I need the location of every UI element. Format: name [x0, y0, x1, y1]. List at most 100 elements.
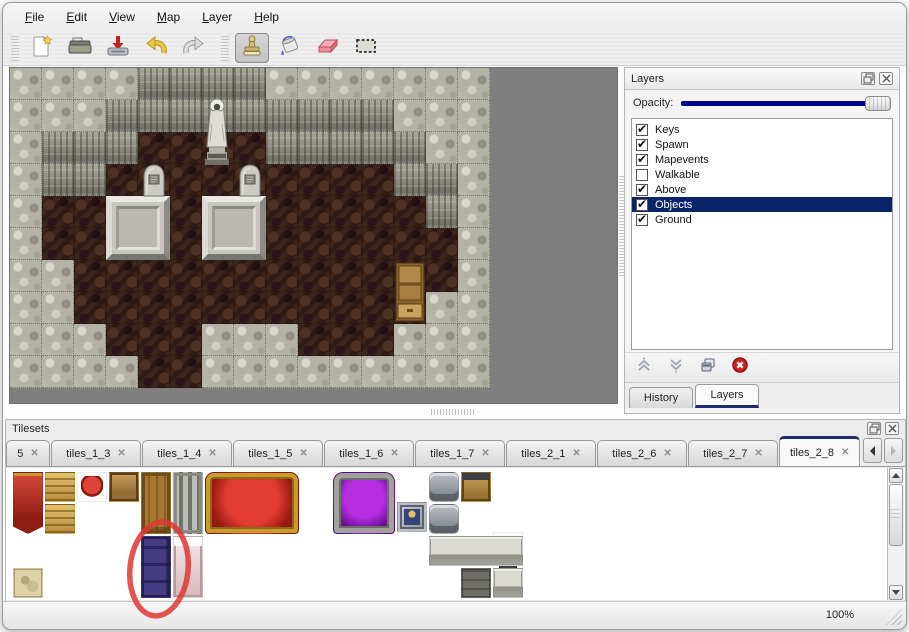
floor-tile[interactable]	[170, 164, 202, 196]
close-tab-icon[interactable]: ✕	[481, 448, 489, 459]
floor-tile[interactable]	[42, 228, 74, 260]
floor-tile[interactable]	[42, 196, 74, 228]
map-view[interactable]	[9, 67, 618, 404]
eraser-tool-button[interactable]	[311, 33, 345, 63]
floor-tile[interactable]	[266, 260, 298, 292]
floor-tile[interactable]	[74, 228, 106, 260]
close-tab-icon[interactable]: ✕	[841, 447, 849, 458]
rock-tile[interactable]	[458, 324, 490, 356]
tileset-tile-purple-throne[interactable]	[333, 472, 395, 534]
tileset-tile-loom[interactable]	[45, 472, 75, 502]
tileset-tile-purple-door[interactable]	[141, 536, 171, 598]
rock-tile[interactable]	[74, 324, 106, 356]
tileset-tab-tiles_1_7[interactable]: tiles_1_7✕	[415, 440, 505, 466]
menu-view[interactable]: View	[99, 7, 145, 27]
delete-layer-button[interactable]	[729, 357, 751, 379]
tileset-tab-tiles_2_1[interactable]: tiles_2_1✕	[506, 440, 596, 466]
floor-tile[interactable]	[362, 164, 394, 196]
layer-row-keys[interactable]: Keys	[632, 122, 892, 137]
rock-tile[interactable]	[362, 68, 394, 100]
rock-tile[interactable]	[266, 356, 298, 388]
rock-tile[interactable]	[426, 292, 458, 324]
tileset-tile-gray-sofa-2[interactable]	[429, 504, 459, 534]
rock-tile[interactable]	[298, 356, 330, 388]
floor-tile[interactable]	[330, 196, 362, 228]
rock-tile[interactable]	[330, 132, 362, 164]
dock-tab-layers[interactable]: Layers	[695, 384, 759, 408]
rock-tile[interactable]	[138, 100, 170, 132]
floor-tile[interactable]	[106, 164, 138, 196]
rock-tile[interactable]	[266, 100, 298, 132]
rock-tile[interactable]	[362, 132, 394, 164]
rock-tile[interactable]	[266, 132, 298, 164]
tileset-tile-wall-front[interactable]	[461, 568, 491, 598]
close-panel-icon[interactable]	[879, 72, 893, 85]
layer-row-objects[interactable]: Objects	[632, 197, 892, 212]
rock-tile[interactable]	[10, 260, 42, 292]
floor-tile[interactable]	[266, 292, 298, 324]
floor-tile[interactable]	[298, 196, 330, 228]
rock-tile[interactable]	[10, 164, 42, 196]
rock-tile[interactable]	[362, 356, 394, 388]
tileset-tile-loom-2[interactable]	[45, 504, 75, 534]
floor-tile[interactable]	[330, 228, 362, 260]
floor-tile[interactable]	[170, 196, 202, 228]
tileset-tile-red-throne[interactable]	[205, 472, 299, 534]
floor-tile[interactable]	[138, 132, 170, 164]
rock-tile[interactable]	[10, 228, 42, 260]
rock-tile[interactable]	[394, 100, 426, 132]
tileset-tab-tiles_2_6[interactable]: tiles_2_6✕	[597, 440, 687, 466]
rock-tile[interactable]	[298, 132, 330, 164]
rock-tile[interactable]	[298, 100, 330, 132]
rock-tile[interactable]	[42, 100, 74, 132]
scroll-tabs-left-button[interactable]	[863, 438, 882, 463]
rock-tile[interactable]	[266, 68, 298, 100]
rock-tile[interactable]	[10, 68, 42, 100]
rock-tile[interactable]	[170, 68, 202, 100]
tileset-tile-wall-slabs[interactable]	[429, 536, 523, 566]
floor-tile[interactable]	[74, 292, 106, 324]
layer-row-ground[interactable]: Ground	[632, 212, 892, 227]
float-panel-icon[interactable]	[861, 72, 875, 85]
floor-tile[interactable]	[394, 196, 426, 228]
rock-tile[interactable]	[10, 292, 42, 324]
close-tab-icon[interactable]: ✕	[117, 448, 125, 459]
rock-tile[interactable]	[458, 292, 490, 324]
save-tool-button[interactable]	[101, 33, 135, 63]
menu-layer[interactable]: Layer	[192, 7, 242, 27]
horizontal-splitter[interactable]	[431, 409, 475, 415]
rock-tile[interactable]	[362, 100, 394, 132]
floor-tile[interactable]	[170, 356, 202, 388]
rock-tile[interactable]	[426, 68, 458, 100]
floor-tile[interactable]	[362, 260, 394, 292]
floor-tile[interactable]	[138, 356, 170, 388]
rock-tile[interactable]	[42, 164, 74, 196]
floor-tile[interactable]	[330, 324, 362, 356]
rock-tile[interactable]	[10, 324, 42, 356]
move-layer-up-button[interactable]	[633, 357, 655, 379]
floor-tile[interactable]	[138, 260, 170, 292]
redo-tool-button[interactable]	[177, 33, 211, 63]
tileset-tile-gray-sofa[interactable]	[429, 472, 459, 502]
tileset-tile-king-portrait[interactable]	[397, 502, 427, 532]
floor-tile[interactable]	[266, 228, 298, 260]
floor-tile[interactable]	[234, 292, 266, 324]
rock-tile[interactable]	[426, 132, 458, 164]
floor-tile[interactable]	[330, 260, 362, 292]
floor-tile[interactable]	[362, 228, 394, 260]
floor-tile[interactable]	[426, 260, 458, 292]
floor-tile[interactable]	[202, 292, 234, 324]
close-tab-icon[interactable]: ✕	[390, 448, 398, 459]
layer-row-spawn[interactable]: Spawn	[632, 137, 892, 152]
rock-tile[interactable]	[42, 260, 74, 292]
rock-tile[interactable]	[10, 356, 42, 388]
tileset-tab-5[interactable]: 5✕	[6, 440, 50, 466]
rock-tile[interactable]	[74, 356, 106, 388]
rock-tile[interactable]	[458, 164, 490, 196]
layer-visibility-checkbox[interactable]	[636, 199, 648, 211]
toolbar-grip[interactable]	[221, 35, 229, 61]
layer-visibility-checkbox[interactable]	[636, 124, 648, 136]
rock-tile[interactable]	[394, 132, 426, 164]
dock-tab-history[interactable]: History	[629, 387, 693, 408]
layer-row-above[interactable]: Above	[632, 182, 892, 197]
